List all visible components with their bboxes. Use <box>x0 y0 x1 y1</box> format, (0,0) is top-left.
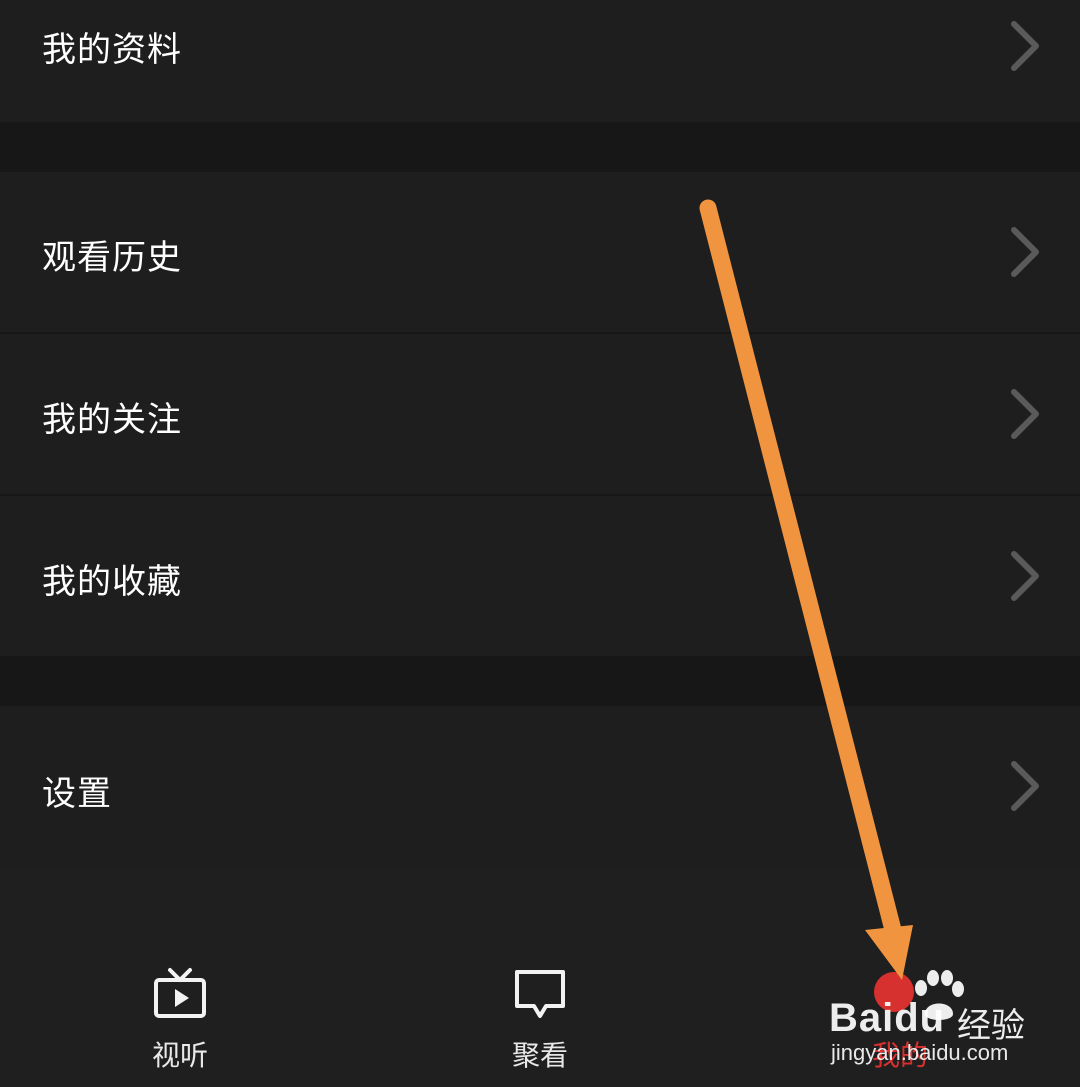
tab-label-wode: 我的 <box>871 1039 928 1072</box>
tv-icon <box>154 968 206 1018</box>
tab-jukan[interactable]: 聚看 <box>460 966 620 1076</box>
profile-icon <box>874 972 914 1012</box>
tab-label-jukan: 聚看 <box>511 1039 568 1072</box>
tab-shiting[interactable]: 视听 <box>100 966 260 1076</box>
chat-bubble-icon <box>515 970 565 1018</box>
menu-label-settings: 设置 <box>42 774 112 814</box>
tab-wode[interactable]: 我的 <box>820 966 980 1076</box>
menu-item-profile[interactable]: 我的资料 <box>0 0 1080 122</box>
menu-item-favorites[interactable]: 我的收藏 <box>0 496 1080 656</box>
menu-item-history[interactable]: 观看历史 <box>0 172 1080 332</box>
chevron-right-icon <box>1011 227 1039 277</box>
menu-item-follow[interactable]: 我的关注 <box>0 334 1080 494</box>
menu-label-history: 观看历史 <box>42 238 182 278</box>
chevron-right-icon <box>1011 21 1039 71</box>
section-gap <box>0 656 1080 706</box>
menu-label-favorites: 我的收藏 <box>42 562 182 602</box>
chevron-right-icon <box>1011 551 1039 601</box>
menu-label-profile: 我的资料 <box>42 30 182 70</box>
chevron-right-icon <box>1011 389 1039 439</box>
tab-label-shiting: 视听 <box>151 1039 208 1072</box>
section-gap <box>0 122 1080 172</box>
menu-label-follow: 我的关注 <box>42 400 182 440</box>
chevron-right-icon <box>1011 761 1039 811</box>
menu-item-settings[interactable]: 设置 <box>0 706 1080 866</box>
